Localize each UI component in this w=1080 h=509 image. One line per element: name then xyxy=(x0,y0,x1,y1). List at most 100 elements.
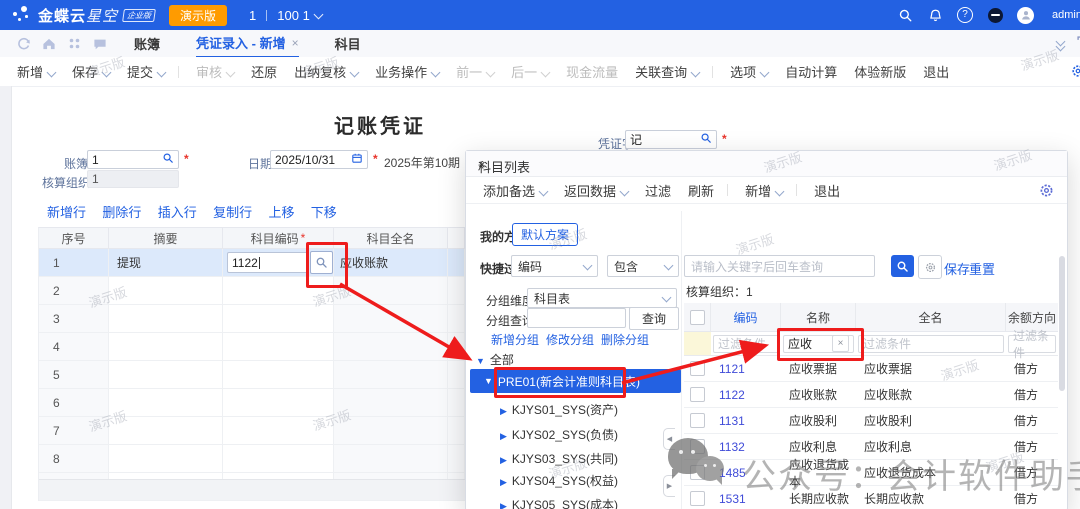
notifications-bell-icon[interactable] xyxy=(927,7,943,23)
tree-root-node[interactable]: ▼全部 xyxy=(476,351,514,368)
group-dimension-select[interactable]: 科目表 xyxy=(527,288,677,308)
fullname-filter-input[interactable]: 过滤条件 xyxy=(856,332,1006,355)
code-filter-input[interactable]: 过滤条件 xyxy=(711,332,781,355)
name-filter-input[interactable]: 应收× xyxy=(781,332,856,355)
lookup-magnifier-icon[interactable] xyxy=(162,152,174,167)
quick-filter-field-select[interactable]: 编码 xyxy=(511,255,598,277)
toolbar-restore-button[interactable]: 还原 xyxy=(251,62,277,81)
toolbar-options-button[interactable]: 选项 xyxy=(730,62,768,81)
row-checkbox[interactable] xyxy=(684,413,711,428)
direction-filter-input[interactable]: 过滤条件 xyxy=(1006,332,1058,355)
account-lookup-button[interactable] xyxy=(310,251,333,274)
grid-row[interactable]: 4 xyxy=(39,333,466,361)
tree-node-selected[interactable]: ▼PRE01(新会计准则科目表) xyxy=(470,369,681,393)
select-all-checkbox[interactable] xyxy=(684,303,711,331)
account-row[interactable]: 1132应收利息应收利息借方 xyxy=(684,434,1058,460)
delete-group-link[interactable]: 删除分组 xyxy=(601,331,649,348)
group-query-input[interactable] xyxy=(527,308,626,328)
toolbar-cashier-review-button[interactable]: 出纳复核 xyxy=(294,62,358,81)
reset-filter-link[interactable]: 重置 xyxy=(969,259,995,278)
clear-filter-icon[interactable]: × xyxy=(832,335,849,352)
search-button[interactable] xyxy=(891,255,914,277)
org-selector[interactable]: 1100 1 xyxy=(249,8,322,23)
grid-row-selected[interactable]: 1 提现 1122 应收账款 xyxy=(39,249,466,277)
date-field[interactable]: 2025/10/31 xyxy=(270,150,368,169)
dialog-scrollbar[interactable] xyxy=(1059,256,1065,391)
filter-settings-gear-icon[interactable] xyxy=(918,255,942,279)
row-checkbox[interactable] xyxy=(684,361,711,376)
toolbar-settings-gear-icon[interactable] xyxy=(1070,63,1080,82)
expand-panel-handle[interactable]: ▶ xyxy=(663,475,675,497)
username-label[interactable]: admin xyxy=(1052,9,1080,21)
account-row[interactable]: 1121应收票据应收票据借方 xyxy=(684,356,1058,382)
account-row[interactable]: 1485应收退货成本应收退货成本借方 xyxy=(684,460,1058,486)
dialog-settings-gear-icon[interactable] xyxy=(1038,182,1055,202)
do-not-disturb-icon[interactable] xyxy=(987,7,1003,23)
expand-icon[interactable] xyxy=(1076,35,1080,52)
chat-icon[interactable] xyxy=(92,36,108,52)
filter-button[interactable]: 过滤 xyxy=(645,181,671,200)
toolbar-try-new-button[interactable]: 体验新版 xyxy=(854,62,906,81)
grid-row[interactable]: 2 xyxy=(39,277,466,305)
account-row[interactable]: 1131应收股利应收股利借方 xyxy=(684,408,1058,434)
lookup-magnifier-icon[interactable] xyxy=(700,132,712,147)
row-checkbox[interactable] xyxy=(684,491,711,506)
edit-group-link[interactable]: 修改分组 xyxy=(546,331,594,348)
return-data-button[interactable]: 返回数据 xyxy=(564,181,628,200)
account-row[interactable]: 1531长期应收款长期应收款借方 xyxy=(684,486,1058,509)
toolbar-business-ops-button[interactable]: 业务操作 xyxy=(375,62,439,81)
delete-row-link[interactable]: 删除行 xyxy=(102,205,141,220)
grid-row[interactable]: 7 xyxy=(39,417,466,445)
row-checkbox[interactable] xyxy=(684,465,711,480)
tree-node[interactable]: ▶KJYS01_SYS(资产) xyxy=(500,401,618,418)
tree-node[interactable]: ▶KJYS04_SYS(权益) xyxy=(500,472,618,489)
col-header-fullname[interactable]: 全名 xyxy=(856,303,1006,331)
collapse-double-chevron-icon[interactable] xyxy=(1057,38,1064,50)
cell-summary[interactable]: 提现 xyxy=(109,249,223,276)
row-checkbox[interactable] xyxy=(684,387,711,402)
voucher-word-field[interactable]: 记 xyxy=(625,130,717,149)
close-icon[interactable]: × xyxy=(478,157,1057,172)
exit-button[interactable]: 退出 xyxy=(814,181,840,200)
tree-node[interactable]: ▶KJYS03_SYS(共同) xyxy=(500,450,618,467)
toolbar-related-query-button[interactable]: 关联查询 xyxy=(635,62,699,81)
toolbar-save-button[interactable]: 保存 xyxy=(72,62,110,81)
apps-grid-icon[interactable] xyxy=(67,36,82,51)
sync-icon[interactable] xyxy=(16,36,32,52)
grid-row[interactable]: 5 xyxy=(39,361,466,389)
save-filter-link[interactable]: 保存 xyxy=(944,259,970,278)
tree-node[interactable]: ▶KJYS02_SYS(负债) xyxy=(500,426,618,443)
close-tab-icon[interactable]: × xyxy=(292,36,299,50)
toolbar-auto-calc-button[interactable]: 自动计算 xyxy=(785,62,837,81)
cell-account-code[interactable]: 1122 xyxy=(223,249,334,276)
move-up-link[interactable]: 上移 xyxy=(268,205,294,220)
help-icon[interactable]: ? xyxy=(957,7,973,23)
search-icon[interactable] xyxy=(897,7,913,23)
account-row[interactable]: 1122应收账款应收账款借方 xyxy=(684,382,1058,408)
grid-row[interactable]: 8 xyxy=(39,445,466,473)
group-query-button[interactable]: 查询 xyxy=(629,307,679,330)
refresh-button[interactable]: 刷新 xyxy=(688,181,714,200)
grid-row[interactable]: 6 xyxy=(39,389,466,417)
tab-accounts[interactable]: 科目 xyxy=(335,30,361,57)
tree-node[interactable]: ▶KJYS05_SYS(成本) xyxy=(500,496,618,509)
account-code-input[interactable]: 1122 xyxy=(227,252,308,273)
user-avatar[interactable] xyxy=(1017,7,1034,24)
default-plan-button[interactable]: 默认方案 xyxy=(512,223,578,246)
grid-row[interactable]: 3 xyxy=(39,305,466,333)
keyword-search-input[interactable]: 请输入关键字后回车查询 xyxy=(684,255,875,277)
col-header-name[interactable]: 名称 xyxy=(781,303,856,331)
row-checkbox[interactable] xyxy=(684,439,711,454)
add-candidate-button[interactable]: 添加备选 xyxy=(483,181,547,200)
new-button[interactable]: 新增 xyxy=(745,181,783,200)
col-header-code[interactable]: 编码 xyxy=(711,303,781,331)
copy-row-link[interactable]: 复制行 xyxy=(213,205,252,220)
insert-row-link[interactable]: 插入行 xyxy=(158,205,197,220)
calendar-icon[interactable] xyxy=(351,152,363,167)
home-icon[interactable] xyxy=(41,36,57,52)
collapse-panel-handle[interactable]: ◀ xyxy=(663,428,675,450)
add-group-link[interactable]: 新增分组 xyxy=(491,331,539,348)
dialog-titlebar[interactable]: 科目列表 × xyxy=(466,151,1067,177)
toolbar-submit-button[interactable]: 提交 xyxy=(127,62,165,81)
add-row-link[interactable]: 新增行 xyxy=(47,205,86,220)
